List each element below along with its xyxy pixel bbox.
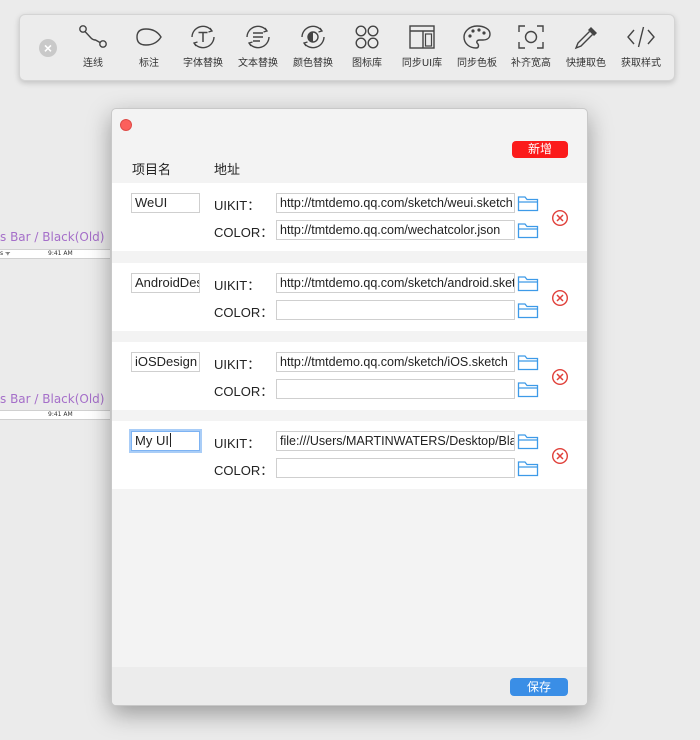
tool-label: 文本替换	[238, 58, 278, 69]
folder-icon[interactable]	[517, 459, 539, 477]
color-label: COLOR：	[214, 305, 274, 320]
project-row: My UI UIKIT： file:///Users/MARTINWATERS/…	[112, 421, 587, 489]
sync-palette-icon	[463, 25, 491, 49]
status-bar-left: s ᯤ	[0, 250, 11, 257]
project-name-input[interactable]: iOSDesign	[131, 352, 200, 372]
text-caret	[169, 433, 171, 447]
project-name-input[interactable]: AndroidDesign	[131, 273, 200, 293]
tool-label: 字体替换	[183, 58, 223, 69]
folder-icon[interactable]	[517, 380, 539, 398]
tool-annotate[interactable]: 标注	[121, 23, 177, 75]
color-label: COLOR：	[214, 384, 274, 399]
project-name-input[interactable]: My UI	[131, 431, 200, 451]
artboard-label[interactable]: s Bar / Black(Old)	[0, 230, 104, 244]
tool-label: 快捷取色	[566, 58, 606, 69]
uikit-label: UIKIT：	[214, 357, 261, 372]
ui-library-dialog: 项目名 地址 新增 WeUI UIKIT： http://tmtdemo.qq.…	[111, 108, 588, 706]
uikit-label: UIKIT：	[214, 436, 261, 451]
delete-project-icon[interactable]	[551, 368, 569, 386]
folder-icon[interactable]	[517, 353, 539, 371]
folder-icon[interactable]	[517, 301, 539, 319]
tool-sync-palette[interactable]: 同步色板	[449, 23, 505, 75]
eyedropper-icon	[574, 27, 597, 50]
add-project-button[interactable]: 新增	[512, 141, 568, 158]
text-replace-icon	[246, 25, 270, 49]
uikit-label: UIKIT：	[214, 198, 261, 213]
status-bar-preview: s ᯤ 9:41 AM	[0, 249, 110, 259]
tool-label: 获取样式	[621, 58, 661, 69]
status-bar-time: 9:41 AM	[48, 250, 73, 257]
column-header-name: 项目名	[132, 163, 172, 178]
tool-sync-ui-library[interactable]: 同步UI库	[394, 23, 450, 75]
delete-project-icon[interactable]	[551, 289, 569, 307]
code-style-icon	[627, 26, 655, 48]
uikit-url-input[interactable]: http://tmtdemo.qq.com/sketch/weui.sketch	[276, 193, 515, 213]
delete-project-icon[interactable]	[551, 447, 569, 465]
font-replace-icon	[191, 25, 215, 49]
color-label: COLOR：	[214, 225, 274, 240]
project-row: iOSDesign UIKIT： http://tmtdemo.qq.com/s…	[112, 342, 587, 410]
toolbar-close-button[interactable]: ×	[39, 39, 57, 57]
tool-label: 颜色替换	[293, 58, 333, 69]
color-url-input[interactable]: http://tmtdemo.qq.com/wechatcolor.json	[276, 220, 515, 240]
folder-icon[interactable]	[517, 194, 539, 212]
project-name-input[interactable]: WeUI	[131, 193, 200, 213]
tool-label: 连线	[83, 58, 103, 69]
connect-icon	[79, 25, 107, 48]
tool-label: 补齐宽高	[511, 58, 551, 69]
tool-fill-size[interactable]: 补齐宽高	[503, 23, 559, 75]
tool-font-replace[interactable]: 字体替换	[175, 23, 231, 75]
tool-icon-library[interactable]: 图标库	[339, 23, 395, 75]
uikit-url-input[interactable]: http://tmtdemo.qq.com/sketch/android.ske…	[276, 273, 515, 293]
uikit-url-input[interactable]: http://tmtdemo.qq.com/sketch/iOS.sketch	[276, 352, 515, 372]
column-header-address: 地址	[214, 163, 241, 178]
tool-connect[interactable]: 连线	[65, 23, 121, 75]
status-bar-preview: 9:41 AM	[0, 410, 110, 420]
sync-ui-library-icon	[409, 25, 435, 49]
project-row: AndroidDesign UIKIT： http://tmtdemo.qq.c…	[112, 263, 587, 331]
color-url-input[interactable]	[276, 458, 515, 478]
tool-label: 同步色板	[457, 58, 497, 69]
tool-color-replace[interactable]: 颜色替换	[285, 23, 341, 75]
delete-project-icon[interactable]	[551, 209, 569, 227]
folder-icon[interactable]	[517, 274, 539, 292]
artboard-label[interactable]: s Bar / Black(Old)	[0, 392, 104, 406]
project-name-text: My UI	[135, 433, 169, 448]
tool-label: 标注	[139, 58, 159, 69]
plugin-toolbar: × 连线 标注 字体替换 文本替换 颜色替换 图标库 同步UI库 同步色板 补齐…	[19, 14, 675, 81]
folder-icon[interactable]	[517, 432, 539, 450]
color-url-input[interactable]	[276, 379, 515, 399]
color-url-input[interactable]	[276, 300, 515, 320]
project-row: WeUI UIKIT： http://tmtdemo.qq.com/sketch…	[112, 183, 587, 251]
color-replace-icon	[301, 25, 325, 49]
folder-icon[interactable]	[517, 221, 539, 239]
tool-get-style[interactable]: 获取样式	[613, 23, 669, 75]
tool-eyedropper[interactable]: 快捷取色	[558, 23, 614, 75]
uikit-url-input[interactable]: file:///Users/MARTINWATERS/Desktop/Black…	[276, 431, 515, 451]
save-button[interactable]: 保存	[510, 678, 568, 696]
tool-label: 同步UI库	[401, 58, 443, 69]
status-bar-time: 9:41 AM	[48, 411, 73, 418]
tool-text-replace[interactable]: 文本替换	[230, 23, 286, 75]
window-close-button[interactable]	[120, 119, 132, 131]
tool-label: 图标库	[352, 58, 382, 69]
color-label: COLOR：	[214, 463, 274, 478]
fill-size-icon	[518, 25, 544, 49]
uikit-label: UIKIT：	[214, 278, 261, 293]
annotate-icon	[136, 28, 162, 46]
icon-library-icon	[355, 25, 379, 49]
